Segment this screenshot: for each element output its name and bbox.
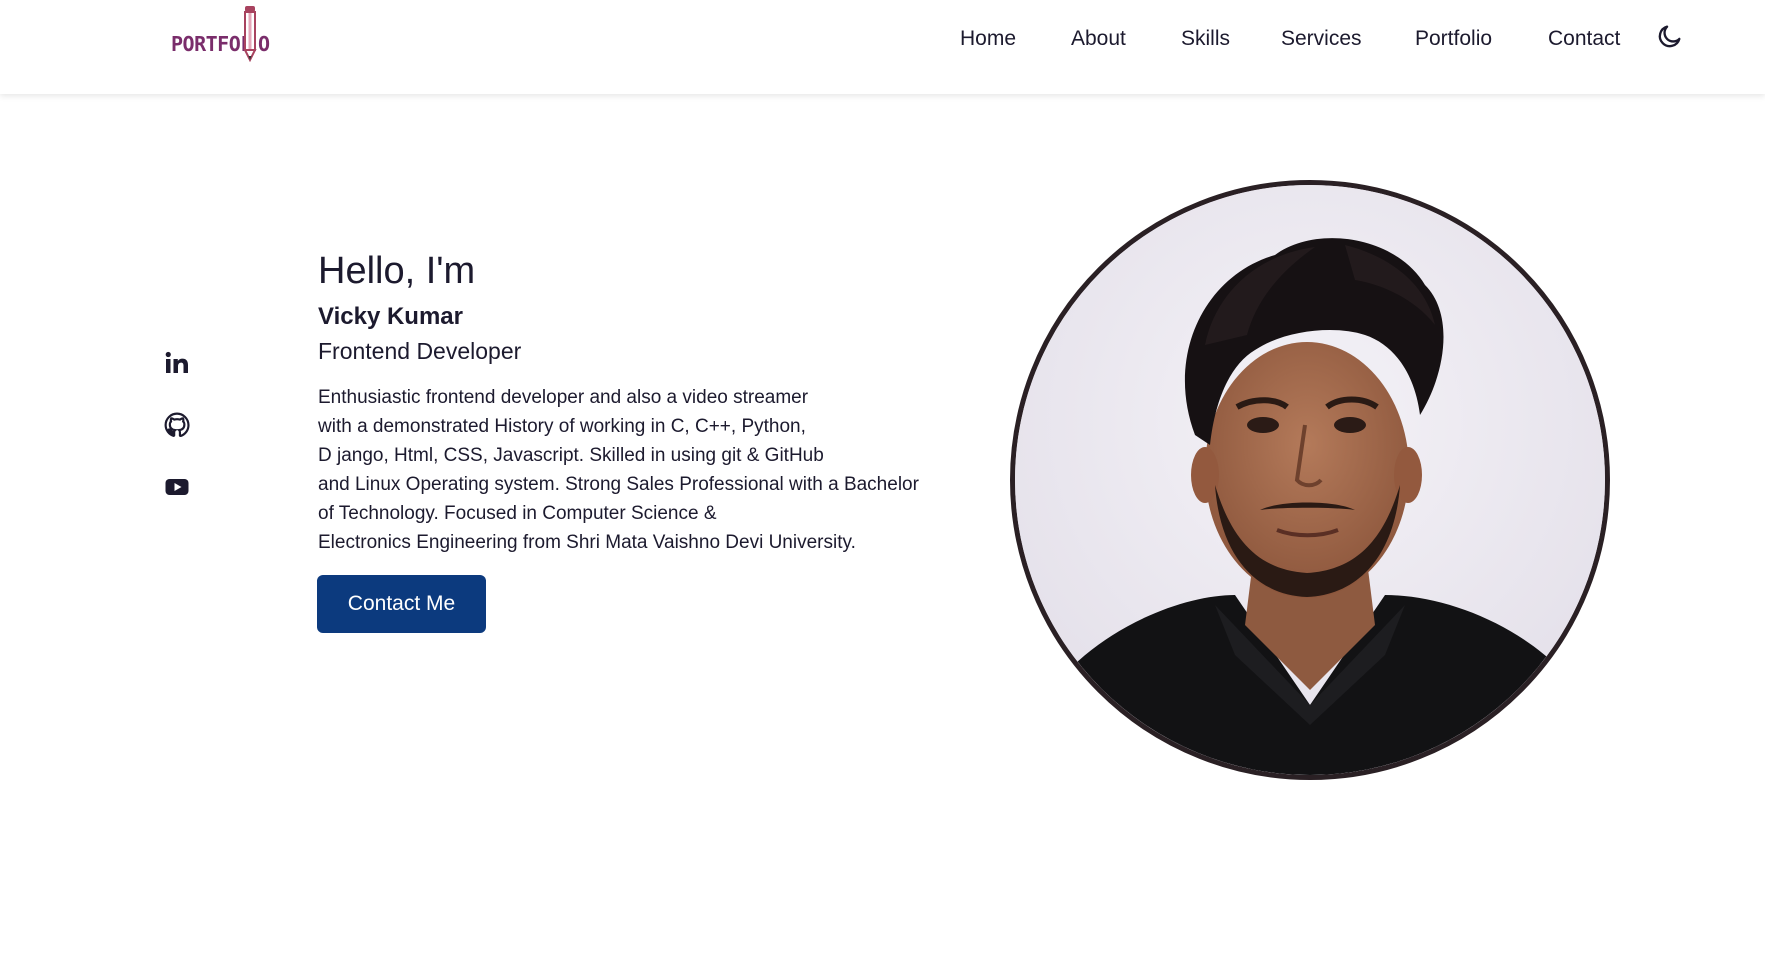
logo-text-left: PORTFOL — [171, 32, 252, 56]
hero-description: Enthusiastic frontend developer and also… — [318, 383, 998, 557]
youtube-link[interactable] — [164, 474, 190, 500]
nav-services[interactable]: Services — [1281, 26, 1362, 52]
profile-photo-illustration — [1015, 185, 1605, 775]
github-icon — [164, 412, 190, 438]
pencil-icon — [243, 6, 257, 62]
profile-photo — [1010, 180, 1610, 780]
description-line: Enthusiastic frontend developer and also… — [318, 387, 809, 408]
description-line: with a demonstrated History of working i… — [318, 416, 806, 437]
site-logo[interactable]: PORTFOL O — [170, 4, 272, 62]
github-link[interactable] — [164, 412, 190, 438]
description-line: Electronics Engineering from Shri Mata V… — [318, 532, 856, 553]
contact-me-button[interactable]: Contact Me — [317, 575, 486, 633]
nav-about[interactable]: About — [1071, 26, 1126, 52]
hero-role: Frontend Developer — [318, 338, 522, 364]
site-header: PORTFOL O Home About Skills Services Por… — [0, 0, 1765, 94]
youtube-icon — [165, 479, 189, 495]
logo-text-right: O — [258, 32, 270, 56]
hero-name: Vicky Kumar — [318, 303, 463, 330]
linkedin-link[interactable] — [164, 350, 190, 376]
moon-icon[interactable] — [1656, 22, 1684, 50]
description-line: of Technology. Focused in Computer Scien… — [318, 503, 717, 524]
linkedin-icon — [165, 351, 188, 373]
nav-contact[interactable]: Contact — [1548, 26, 1620, 52]
nav-skills[interactable]: Skills — [1181, 26, 1230, 52]
nav-home[interactable]: Home — [960, 26, 1016, 52]
nav-portfolio[interactable]: Portfolio — [1415, 26, 1492, 52]
description-line: and Linux Operating system. Strong Sales… — [318, 474, 919, 495]
hero-greeting: Hello, I'm — [318, 250, 476, 292]
description-line: D jango, Html, CSS, Javascript. Skilled … — [318, 445, 824, 466]
